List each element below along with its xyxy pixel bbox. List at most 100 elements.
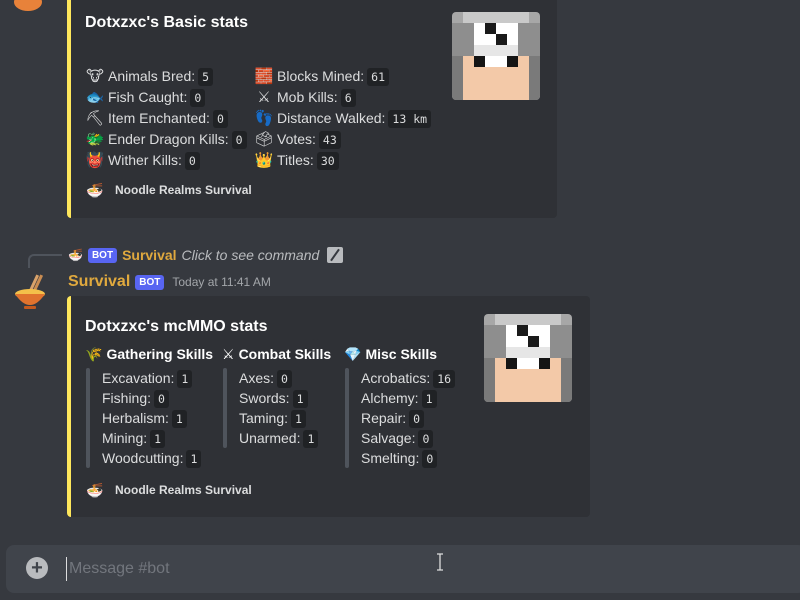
mcmmo-embed-footer: 🍜 Noodle Realms Survival xyxy=(85,480,252,500)
stat-row: 🗳 Votes: 43 xyxy=(254,129,341,150)
stat-row: 🐟 Fish Caught: 0 xyxy=(85,87,206,108)
skill-label: Fishing: xyxy=(102,390,152,406)
message-input[interactable] xyxy=(66,557,766,581)
skill-category-icon: 🌾 xyxy=(85,346,103,362)
ramen-bowl-icon xyxy=(14,0,42,11)
skill-label: Smelting: xyxy=(361,450,420,466)
stat-label: Fish Caught: xyxy=(108,89,188,105)
ramen-bowl-icon: 🍜 xyxy=(68,248,83,262)
skill-category-label: Gathering Skills xyxy=(106,346,214,362)
stat-row: 👣 Distance Walked: 13 km xyxy=(254,108,432,129)
reply-preview[interactable]: 🍜 BOT Survival Click to see command xyxy=(68,247,344,263)
ramen-bowl-icon: 🍜 xyxy=(86,181,104,198)
reply-connector xyxy=(28,254,62,268)
skill-label: Acrobatics: xyxy=(361,370,431,386)
stat-value: 0 xyxy=(231,131,247,149)
stat-row: ⛏ Item Enchanted: 0 xyxy=(85,108,228,129)
skill-row: Woodcutting: 1 xyxy=(102,448,202,468)
bot-badge: BOT xyxy=(87,247,118,263)
avatar-top[interactable] xyxy=(10,0,46,14)
stat-label: Item Enchanted: xyxy=(108,110,210,126)
skill-row: Unarmed: 1 xyxy=(239,428,319,448)
ramen-bowl-icon: 🍜 xyxy=(86,481,104,498)
skill-row: Fishing: 0 xyxy=(102,388,169,408)
stat-value: 6 xyxy=(340,89,356,107)
skill-value: 1 xyxy=(186,450,202,468)
stat-row: 🐮 Animals Bred: 5 xyxy=(85,66,214,87)
footer-text: Noodle Realms Survival xyxy=(115,483,252,497)
stat-label: Distance Walked: xyxy=(277,110,386,126)
skill-row: Mining: 1 xyxy=(102,428,166,448)
stat-icon: ⚔ xyxy=(257,89,271,106)
skill-category-label: Misc Skills xyxy=(365,346,438,362)
basic-embed-footer: 🍜 Noodle Realms Survival xyxy=(85,180,252,200)
skill-value: 1 xyxy=(291,410,306,428)
skill-row: Herbalism: 1 xyxy=(102,408,187,428)
skill-value: 0 xyxy=(418,430,434,448)
skill-value: 1 xyxy=(292,390,308,408)
skill-value: 1 xyxy=(303,430,319,448)
skill-row: Excavation: 1 xyxy=(102,368,193,388)
stat-icon: 🐲 xyxy=(85,131,105,148)
skill-value: 0 xyxy=(422,450,438,468)
stat-row: 👑 Titles: 30 xyxy=(254,150,339,171)
blockquote-bar xyxy=(86,368,90,468)
skill-value: 16 xyxy=(433,370,456,388)
skill-row: Swords: 1 xyxy=(239,388,308,408)
player-skin-thumbnail xyxy=(452,12,540,100)
add-attachment-button[interactable]: + xyxy=(26,557,48,579)
message-composer: + xyxy=(6,545,800,593)
stat-icon: 🐟 xyxy=(85,89,105,106)
stat-label: Animals Bred: xyxy=(108,68,196,84)
skill-label: Alchemy: xyxy=(361,390,419,406)
stat-icon: 👹 xyxy=(85,152,105,169)
stat-value: 13 km xyxy=(388,110,432,128)
message-header: Survival BOT Today at 11:41 AM xyxy=(68,273,271,291)
skill-label: Excavation: xyxy=(102,370,175,386)
skill-label: Salvage: xyxy=(361,430,416,446)
player-skin-thumbnail xyxy=(484,314,572,402)
stat-row: 🐲 Ender Dragon Kills: 0 xyxy=(85,129,247,150)
slash-command-icon xyxy=(327,247,344,263)
stat-icon: 👑 xyxy=(254,152,274,169)
stat-label: Titles: xyxy=(277,152,314,168)
ramen-bowl-icon xyxy=(15,274,45,309)
skill-row: Taming: 1 xyxy=(239,408,306,428)
skill-label: Woodcutting: xyxy=(102,450,184,466)
skill-category-icon: 💎 xyxy=(344,346,362,362)
stat-value: 0 xyxy=(184,152,200,170)
skill-row: Acrobatics: 16 xyxy=(361,368,456,388)
author-avatar[interactable] xyxy=(10,272,50,312)
stat-label: Votes: xyxy=(277,131,316,147)
stat-label: Wither Kills: xyxy=(108,152,182,168)
message-timestamp: Today at 11:41 AM xyxy=(172,275,271,289)
stat-row: 🧱 Blocks Mined: 61 xyxy=(254,66,390,87)
stat-value: 0 xyxy=(212,110,228,128)
message-author[interactable]: Survival xyxy=(68,273,130,291)
bot-badge: BOT xyxy=(135,274,165,290)
reply-author[interactable]: Survival xyxy=(122,247,176,263)
blockquote-bar xyxy=(345,368,349,468)
footer-text: Noodle Realms Survival xyxy=(115,183,252,197)
reply-command-text[interactable]: Click to see command xyxy=(182,247,320,263)
skill-category-label: Combat Skills xyxy=(238,346,332,362)
skill-value: 1 xyxy=(171,410,187,428)
text-cursor-icon xyxy=(436,553,444,571)
stat-icon: 🧱 xyxy=(254,68,274,85)
blockquote-bar xyxy=(223,368,227,448)
skill-value: 0 xyxy=(277,370,292,388)
stat-label: Blocks Mined: xyxy=(277,68,365,84)
skill-field-title: ⚔ Combat Skills xyxy=(222,346,331,363)
skill-row: Salvage: 0 xyxy=(361,428,434,448)
stat-icon: ⛏ xyxy=(85,110,105,127)
stat-icon: 🐮 xyxy=(86,68,104,85)
skill-label: Axes: xyxy=(239,370,275,386)
basic-embed-title: Dotxzxc's Basic stats xyxy=(85,14,248,31)
skill-label: Unarmed: xyxy=(239,430,301,446)
skill-label: Swords: xyxy=(239,390,290,406)
mcmmo-embed-title: Dotxzxc's mcMMO stats xyxy=(85,318,268,335)
skill-value: 0 xyxy=(154,390,169,408)
stat-label: Ender Dragon Kills: xyxy=(108,131,229,147)
skill-label: Repair: xyxy=(361,410,407,426)
skill-row: Axes: 0 xyxy=(239,368,292,388)
